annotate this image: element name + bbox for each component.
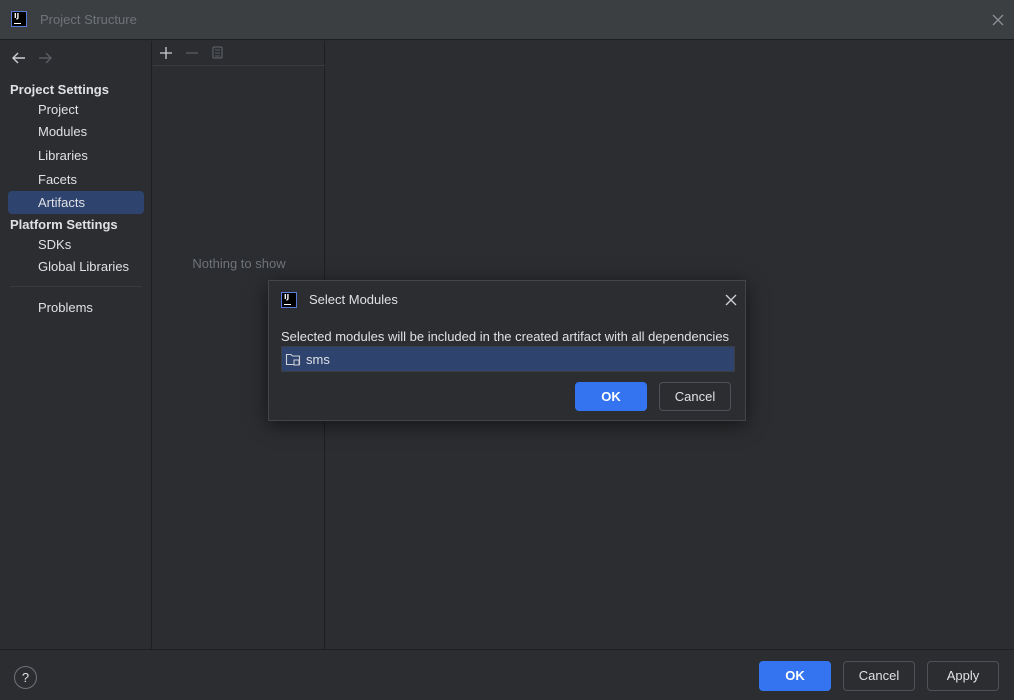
- apply-button[interactable]: Apply: [927, 661, 999, 691]
- cancel-button[interactable]: Cancel: [843, 661, 915, 691]
- sidebar-item-label: Global Libraries: [38, 259, 130, 274]
- close-icon[interactable]: [990, 12, 1006, 28]
- add-icon[interactable]: [158, 45, 174, 61]
- platform-settings-header: Platform Settings: [10, 217, 118, 232]
- sidebar-item-artifacts[interactable]: Artifacts: [8, 191, 144, 214]
- sidebar-item-label: Problems: [38, 300, 93, 315]
- sidebar-item-label: SDKs: [38, 237, 72, 252]
- sidebar-item-facets[interactable]: Facets: [8, 168, 144, 191]
- module-list[interactable]: sms: [281, 346, 735, 372]
- select-modules-dialog: IJ Select Modules Selected modules will …: [268, 280, 746, 421]
- module-folder-icon: [285, 353, 301, 366]
- dialog-ok-button[interactable]: OK: [575, 382, 647, 411]
- sidebar-item-problems[interactable]: Problems: [8, 296, 144, 319]
- dialog-description: Selected modules will be included in the…: [281, 329, 730, 344]
- sidebar-item-label: Libraries: [38, 148, 88, 163]
- close-icon[interactable]: [724, 293, 738, 307]
- dialog-footer: ? OK Cancel Apply: [0, 649, 1014, 700]
- sidebar-item-label: Project: [38, 102, 79, 117]
- sidebar-item-label: Artifacts: [38, 195, 85, 210]
- ok-button[interactable]: OK: [759, 661, 831, 691]
- sidebar-item-modules[interactable]: Modules: [8, 120, 144, 143]
- intellij-logo-icon: IJ: [11, 11, 27, 27]
- sidebar-item-label: Modules: [38, 124, 88, 139]
- empty-state-text: Nothing to show: [192, 256, 286, 271]
- title-bar: IJ Project Structure: [0, 0, 1014, 40]
- sidebar-item-sdks[interactable]: SDKs: [8, 233, 144, 256]
- remove-icon[interactable]: [184, 45, 200, 61]
- sidebar-item-project[interactable]: Project: [8, 98, 144, 121]
- help-button[interactable]: ?: [14, 666, 37, 689]
- copy-icon[interactable]: [209, 45, 225, 61]
- sidebar-item-label: Facets: [38, 172, 78, 187]
- back-arrow-icon[interactable]: [11, 51, 27, 65]
- settings-sidebar: Project Settings Project Modules Librari…: [0, 41, 152, 649]
- intellij-logo-icon: IJ: [281, 292, 297, 308]
- project-settings-header: Project Settings: [10, 82, 109, 97]
- window-title: Project Structure: [40, 12, 137, 27]
- dialog-cancel-button[interactable]: Cancel: [659, 382, 731, 411]
- sidebar-divider: [10, 286, 142, 287]
- module-name[interactable]: sms: [306, 352, 330, 367]
- sidebar-item-global-libraries[interactable]: Global Libraries: [8, 255, 144, 278]
- forward-arrow-icon[interactable]: [37, 51, 53, 65]
- dialog-title: Select Modules: [309, 292, 398, 307]
- artifacts-toolbar: [153, 41, 325, 66]
- sidebar-item-libraries[interactable]: Libraries: [8, 144, 144, 167]
